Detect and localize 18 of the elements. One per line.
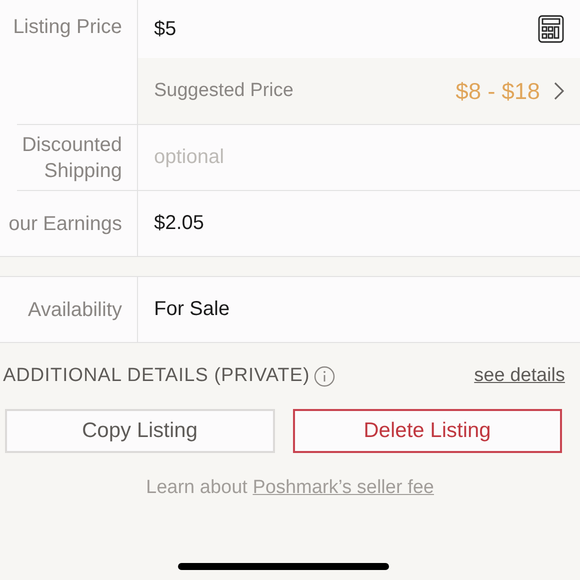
suggested-price-label: Suggested Price	[154, 80, 294, 102]
footer-text: Learn about	[146, 477, 248, 498]
chevron-right-icon	[554, 82, 564, 100]
delete-button[interactable]: Delete Listing	[292, 409, 562, 453]
field-label: Availability	[28, 298, 122, 322]
field-label: Discounted Shipping	[22, 132, 122, 184]
copy-button[interactable]: Copy Listing	[5, 409, 274, 453]
shipping-input[interactable]: optional	[154, 146, 564, 169]
see-details-link[interactable]: see details	[474, 365, 565, 387]
field-label: Listing Price	[13, 15, 122, 40]
availability-value[interactable]: For Sale	[154, 298, 564, 321]
info-icon[interactable]	[314, 366, 335, 386]
field-value: $2.05	[154, 212, 206, 235]
price-value: $5	[154, 18, 178, 40]
calculator-icon[interactable]	[538, 15, 564, 43]
field-label: our Earnings	[8, 212, 122, 236]
suggested-price-range: $8 - $18	[456, 78, 540, 104]
section-title: ADDITIONAL DETAILS (PRIVATE)	[3, 365, 310, 387]
